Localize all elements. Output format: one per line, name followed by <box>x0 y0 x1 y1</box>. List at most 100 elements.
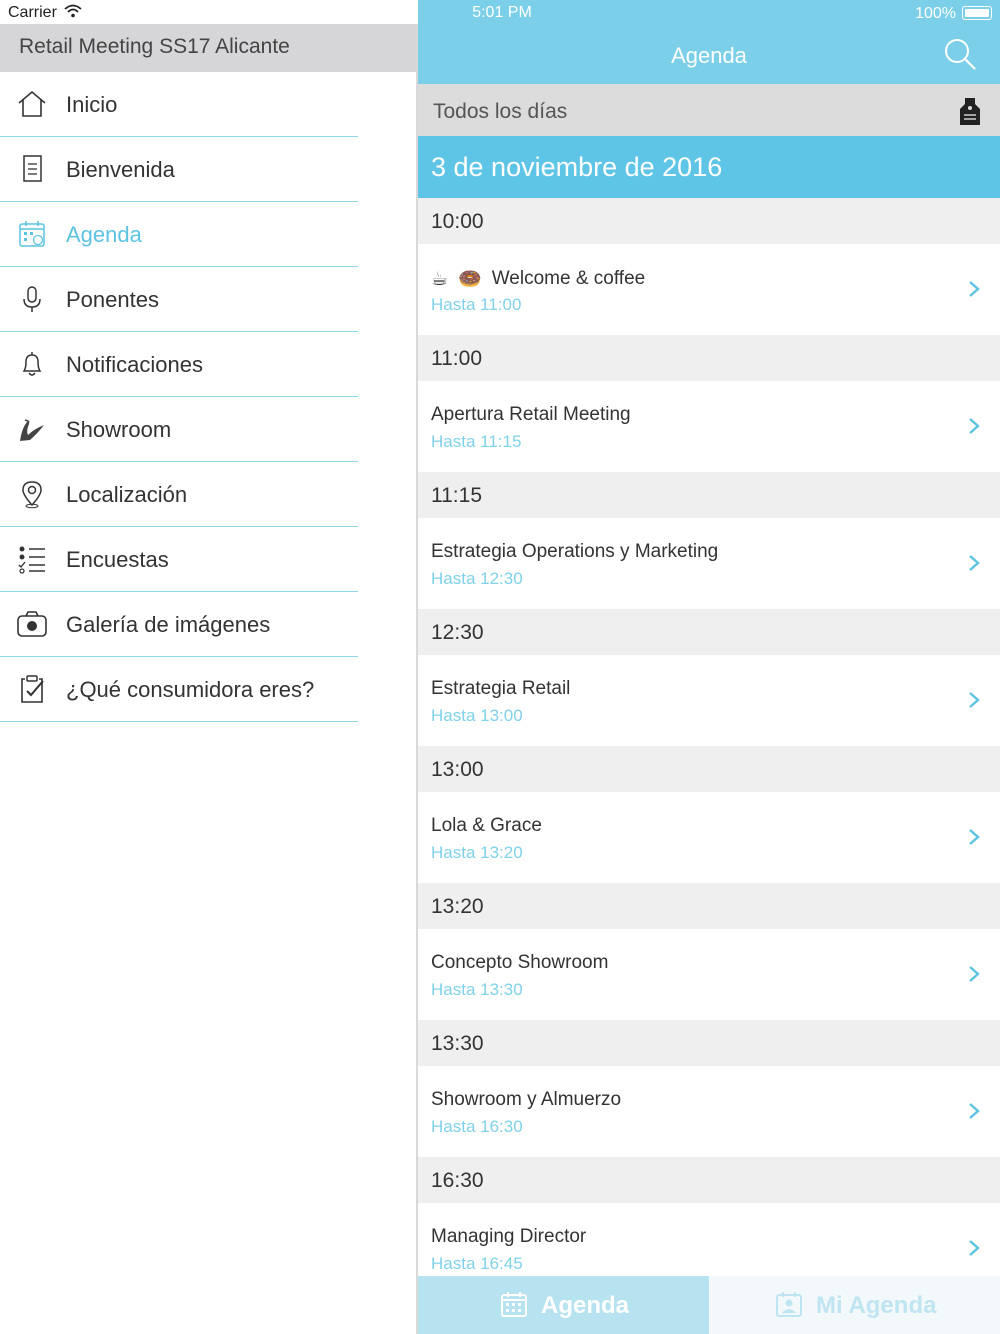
tab-agenda[interactable]: Agenda <box>418 1276 709 1334</box>
event-title: Lola & Grace <box>431 815 542 836</box>
time-slot-header: 11:15 <box>418 472 1000 518</box>
date-section-header: 3 de noviembre de 2016 <box>418 136 1000 198</box>
day-filter-label: Todos los días <box>433 100 568 123</box>
sidebar-item-bienvenida[interactable]: Bienvenida <box>0 137 416 202</box>
event-title: Welcome & coffee <box>491 268 646 290</box>
chevron-right-icon <box>969 692 980 708</box>
sidebar-item-agenda[interactable]: Agenda <box>0 202 416 267</box>
sidebar-item-label: Inicio <box>66 92 118 117</box>
event-row[interactable]: Estrategia Retail Hasta 13:00 <box>418 655 1000 746</box>
time-slot-header: 13:00 <box>418 746 1000 792</box>
sidebar-item-notificaciones[interactable]: Notificaciones <box>0 332 416 397</box>
main-pane: 5:01 PM 100% Agenda Todos los días 3 de … <box>418 0 1000 1334</box>
tab-mi-agenda-label: Mi Agenda <box>816 1292 937 1319</box>
sidebar-item-label: Encuestas <box>66 547 169 572</box>
time-slot-label: 10:00 <box>431 210 484 233</box>
event-end-time: Hasta 16:30 <box>431 1117 523 1136</box>
camera-icon <box>17 611 47 637</box>
status-bar-left: Carrier <box>0 0 418 24</box>
status-time: 5:01 PM <box>472 4 532 21</box>
divider <box>0 721 358 722</box>
event-row[interactable]: Showroom y Almuerzo Hasta 16:30 <box>418 1066 1000 1157</box>
sidebar-item-galeria[interactable]: Galería de imágenes <box>0 592 416 657</box>
chevron-right-icon <box>969 829 980 845</box>
sidebar-item-label: Agenda <box>66 222 142 247</box>
search-icon[interactable] <box>942 36 978 72</box>
sidebar-item-label: ¿Qué consumidora eres? <box>66 677 315 702</box>
page-title: Agenda <box>671 43 747 68</box>
chevron-right-icon <box>969 1240 980 1256</box>
time-slot-header: 16:30 <box>418 1157 1000 1203</box>
sidebar-item-label: Bienvenida <box>66 157 175 182</box>
event-title: Retail Meeting SS17 Alicante <box>19 35 290 58</box>
event-title: Concepto Showroom <box>431 952 609 973</box>
calendar-icon <box>19 221 45 247</box>
time-slot-header: 10:00 <box>418 198 1000 244</box>
microphone-icon <box>23 286 41 312</box>
event-title: Apertura Retail Meeting <box>431 404 631 425</box>
event-title: Estrategia Retail <box>431 678 571 699</box>
tab-bar: Agenda Mi Agenda <box>418 1276 1000 1334</box>
bell-icon <box>22 352 42 376</box>
sidebar-item-showroom[interactable]: Showroom <box>0 397 416 462</box>
time-slot-label: 13:00 <box>431 758 484 781</box>
tab-agenda-label: Agenda <box>541 1292 630 1319</box>
event-title: Estrategia Operations y Marketing <box>431 541 719 562</box>
sidebar-item-inicio[interactable]: Inicio <box>0 72 416 137</box>
time-slot-label: 13:20 <box>431 895 484 918</box>
event-title-line: ☕ 🍩 Welcome & coffee <box>431 267 645 291</box>
chevron-right-icon <box>969 1103 980 1119</box>
calendar-icon <box>501 1292 527 1317</box>
location-pin-icon <box>22 481 42 509</box>
sidebar-item-label: Galería de imágenes <box>66 612 271 637</box>
sidebar-item-localizacion[interactable]: Localización <box>0 462 416 527</box>
sidebar-item-label: Notificaciones <box>66 352 203 377</box>
event-title: Showroom y Almuerzo <box>431 1089 622 1110</box>
event-row[interactable]: Estrategia Operations y Marketing Hasta … <box>418 518 1000 609</box>
chevron-right-icon <box>969 555 980 571</box>
sidebar-header: Retail Meeting SS17 Alicante <box>0 24 416 72</box>
event-row[interactable]: Concepto Showroom Hasta 13:30 <box>418 929 1000 1020</box>
battery-icon <box>962 6 992 20</box>
time-slot-header: 13:20 <box>418 883 1000 929</box>
personal-calendar-icon <box>776 1292 802 1317</box>
donut-icon: 🍩 <box>458 269 482 290</box>
event-row[interactable]: Lola & Grace Hasta 13:20 <box>418 792 1000 883</box>
event-end-time: Hasta 12:30 <box>431 569 523 588</box>
schedule-list: 10:00 ☕ 🍩 Welcome & coffee Hasta 11:00 11:… <box>418 198 1000 1294</box>
coffee-icon: ☕ <box>431 268 449 290</box>
chevron-right-icon <box>969 966 980 982</box>
document-icon <box>23 155 42 182</box>
time-slot-label: 11:15 <box>431 484 482 507</box>
sidebar-item-label: Ponentes <box>66 287 159 312</box>
event-end-time: Hasta 13:30 <box>431 980 523 999</box>
sidebar-item-label: Localización <box>66 482 188 507</box>
event-end-time: Hasta 13:00 <box>431 706 523 725</box>
carrier-label: Carrier <box>8 4 57 21</box>
sidebar-item-consumidora[interactable]: ¿Qué consumidora eres? <box>0 657 416 722</box>
chevron-right-icon <box>969 281 980 297</box>
tab-mi-agenda[interactable]: Mi Agenda <box>709 1276 1000 1334</box>
sidebar-menu: Inicio Bienvenida Agenda Ponentes Notifi… <box>0 72 416 722</box>
date-label: 3 de noviembre de 2016 <box>431 152 723 182</box>
sidebar: Carrier Retail Meeting SS17 Alicante Ini… <box>0 0 418 1334</box>
time-slot-label: 12:30 <box>431 621 484 644</box>
home-icon <box>18 90 46 117</box>
event-row[interactable]: ☕ 🍩 Welcome & coffee Hasta 11:00 <box>418 244 1000 335</box>
event-end-time: Hasta 13:20 <box>431 843 523 862</box>
chevron-right-icon <box>969 418 980 434</box>
clipboard-check-icon <box>21 675 44 703</box>
battery-label: 100% <box>915 5 956 22</box>
event-title: Managing Director <box>431 1226 587 1247</box>
time-slot-header: 13:30 <box>418 1020 1000 1066</box>
event-end-time: Hasta 11:00 <box>431 295 522 314</box>
day-filter[interactable]: Todos los días <box>418 84 1000 136</box>
sidebar-item-encuestas[interactable]: Encuestas <box>0 527 416 592</box>
sidebar-item-label: Showroom <box>66 417 172 442</box>
swan-icon <box>20 419 44 441</box>
event-end-time: Hasta 11:15 <box>431 432 522 451</box>
tag-icon[interactable] <box>958 96 982 126</box>
sidebar-item-ponentes[interactable]: Ponentes <box>0 267 416 332</box>
time-slot-label: 16:30 <box>431 1169 484 1192</box>
event-row[interactable]: Apertura Retail Meeting Hasta 11:15 <box>418 381 1000 472</box>
